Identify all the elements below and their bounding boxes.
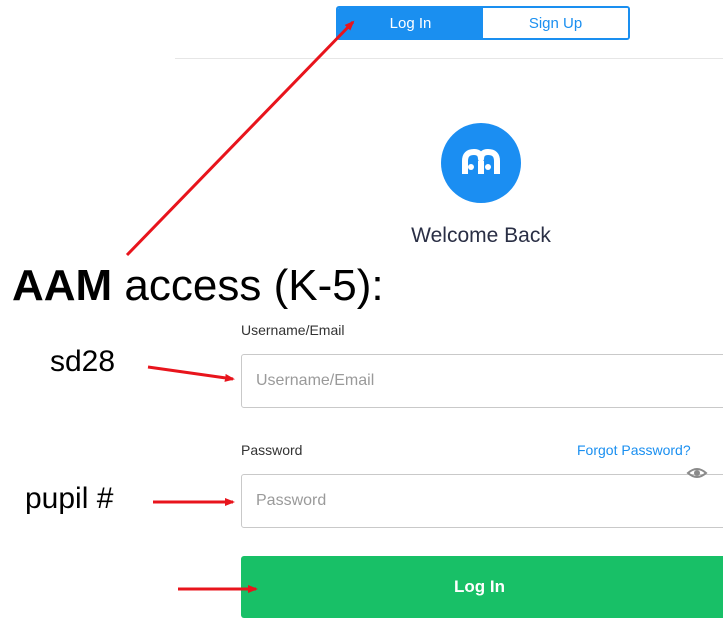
arrow-to-login-tab [125,20,355,257]
arrow-to-username [147,365,235,382]
annotation-arrows [125,20,355,593]
